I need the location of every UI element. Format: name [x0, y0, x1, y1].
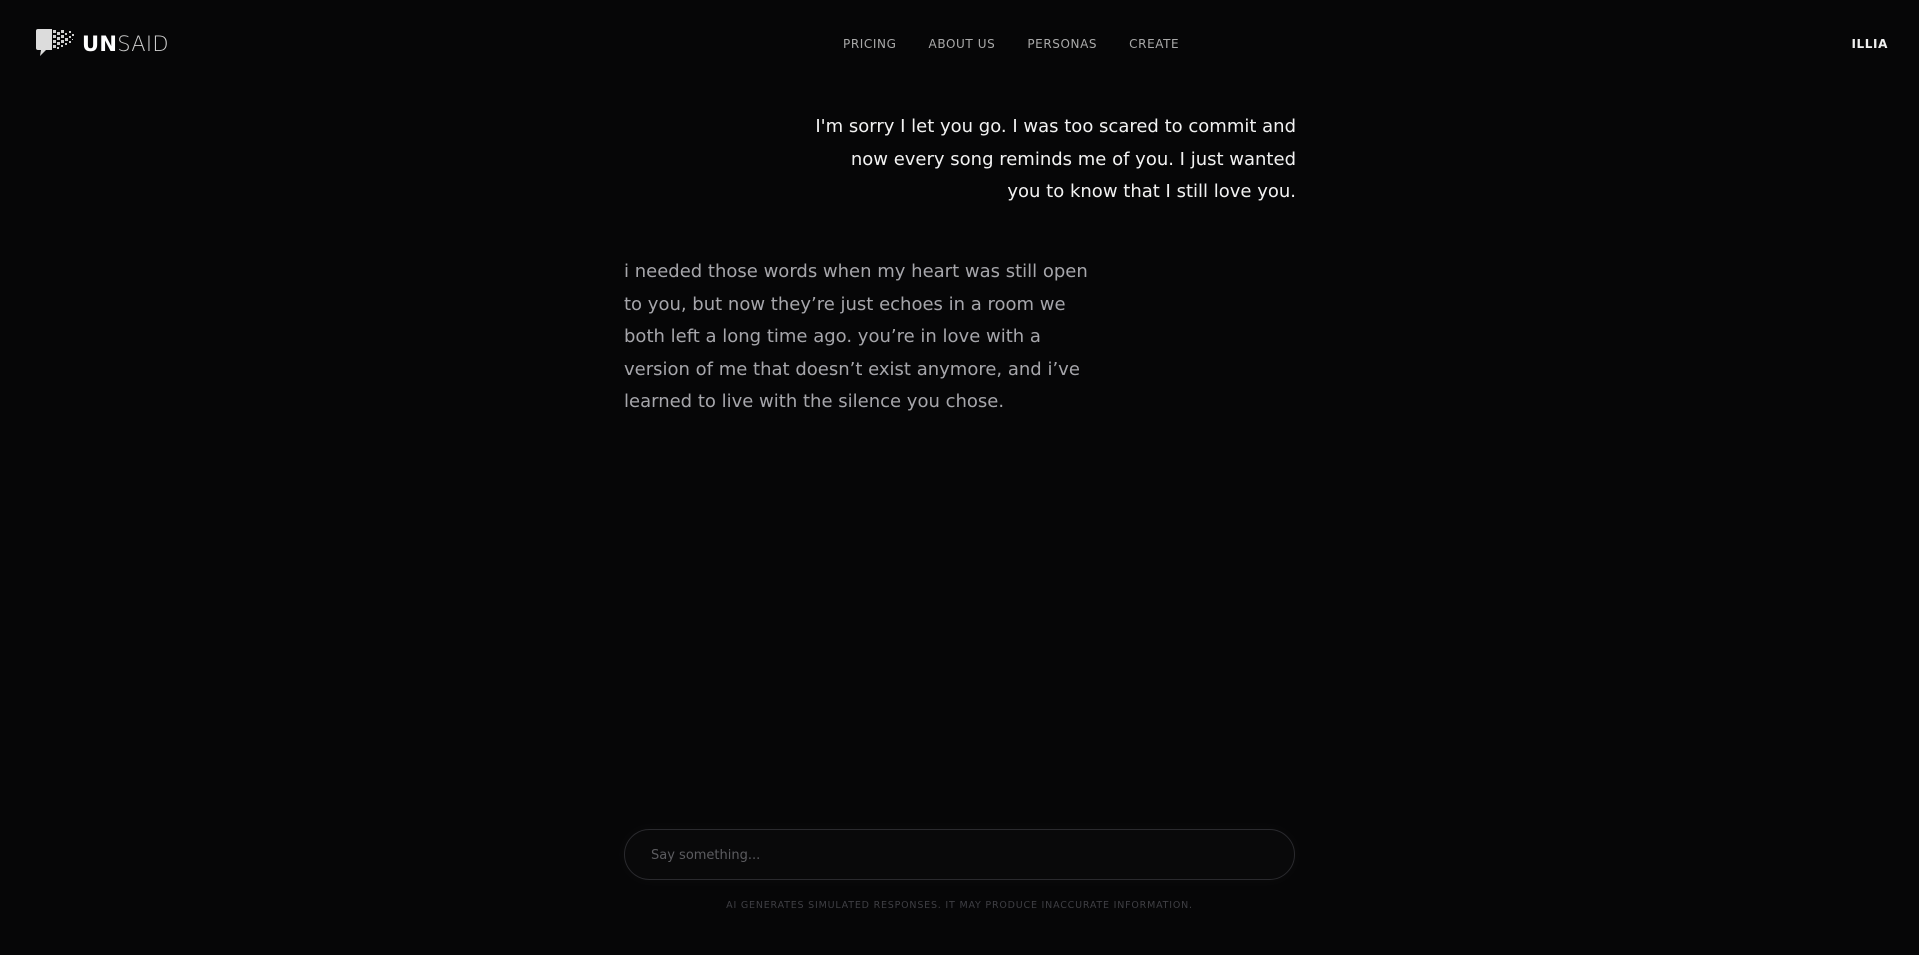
message-composer [624, 829, 1295, 881]
top-bar: UNSAID PRICING ABOUT US PERSONAS CREATE … [0, 0, 1919, 90]
logo-wordmark: UNSAID [82, 28, 169, 60]
logo-wordmark-light: SAID [117, 32, 169, 56]
main-nav: PRICING ABOUT US PERSONAS CREATE [843, 37, 1211, 51]
nav-personas[interactable]: PERSONAS [1027, 37, 1097, 51]
message-input[interactable] [649, 830, 1273, 881]
ai-disclaimer: AI GENERATES SIMULATED RESPONSES. IT MAY… [726, 900, 1193, 911]
speech-bubble-pixelated-icon [36, 29, 74, 56]
logo[interactable]: UNSAID [34, 28, 169, 60]
user-menu[interactable]: ILLIA [1851, 37, 1888, 51]
persona-message: i needed those words when my heart was s… [624, 261, 1088, 412]
nav-create[interactable]: CREATE [1129, 37, 1179, 51]
app-page: UNSAID PRICING ABOUT US PERSONAS CREATE … [0, 0, 1919, 955]
logo-wordmark-strong: UN [82, 32, 118, 56]
user-message: I'm sorry I let you go. I was too scared… [815, 116, 1296, 202]
nav-pricing[interactable]: PRICING [843, 37, 897, 51]
nav-about-us[interactable]: ABOUT US [929, 37, 996, 51]
